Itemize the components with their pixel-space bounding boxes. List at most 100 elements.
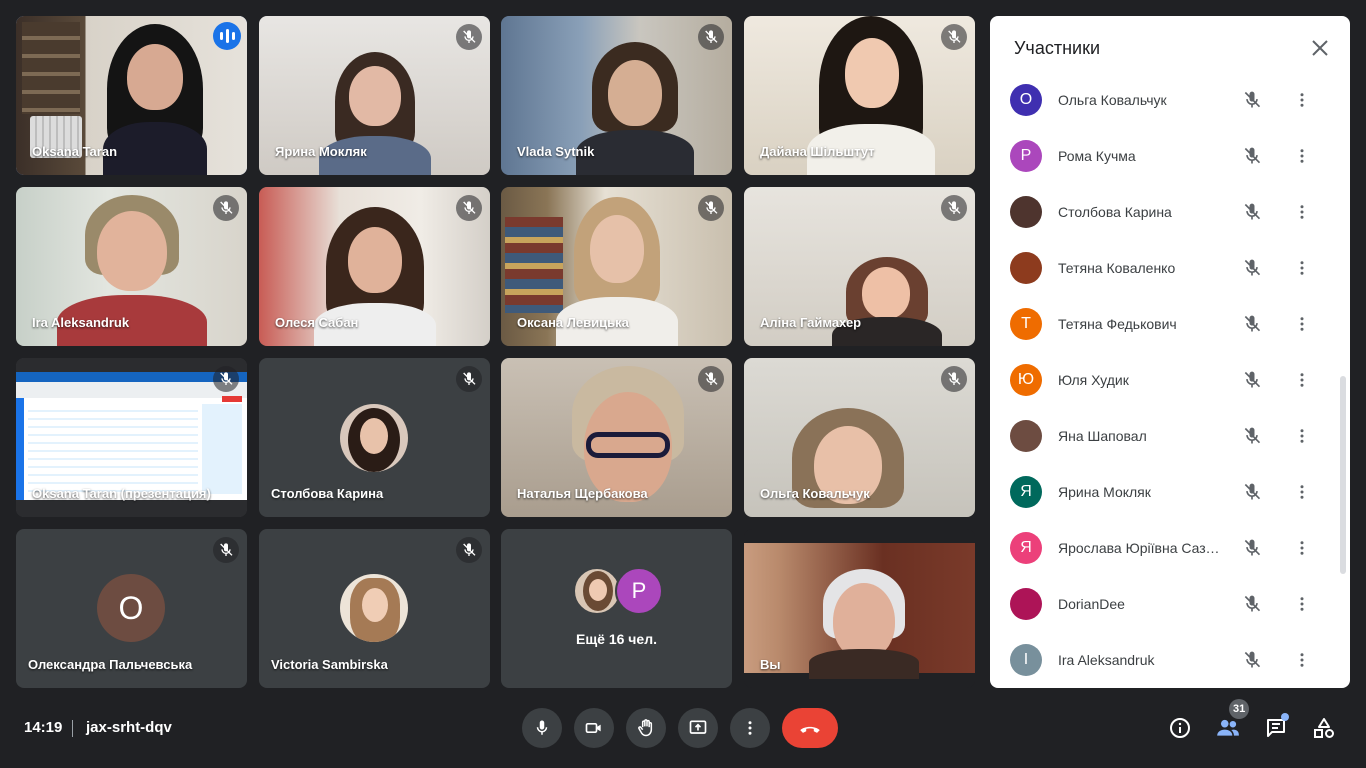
participant-row[interactable]: Я Ярослава Юріївна Сазо... [990, 520, 1350, 576]
info-icon [1170, 718, 1190, 738]
participant-name: Тетяна Коваленко [1058, 260, 1176, 276]
mic-off-icon [698, 195, 724, 221]
avatar: P [615, 567, 663, 615]
close-icon[interactable] [1308, 36, 1332, 60]
avatar [340, 574, 408, 642]
video-tile[interactable]: Ольга Ковальчук [744, 358, 975, 517]
raise-hand-button[interactable] [626, 708, 666, 748]
avatar: Ю [1010, 364, 1042, 396]
more-vert-icon[interactable] [1290, 424, 1314, 448]
tile-name: Oksana Taran (презентация) [32, 486, 211, 501]
participant-row[interactable]: Тетяна Коваленко [990, 240, 1350, 296]
mic-off-icon [213, 195, 239, 221]
avatar [1010, 252, 1042, 284]
presentation-tile[interactable]: Oksana Taran (презентация) [16, 358, 247, 517]
participant-row[interactable]: Яна Шаповал [990, 408, 1350, 464]
participant-row[interactable]: O Ольга Ковальчук [990, 72, 1350, 128]
scrollbar[interactable] [1340, 376, 1346, 574]
avatar [1010, 196, 1042, 228]
mic-off-icon[interactable] [1240, 648, 1264, 672]
video-tile[interactable]: Олеся Сабан [259, 187, 490, 346]
video-tile[interactable]: Victoria Sambirska [259, 529, 490, 688]
mic-off-icon [456, 366, 482, 392]
hand-icon [638, 719, 653, 737]
participant-name: Ярина Мокляк [1058, 484, 1151, 500]
mic-off-icon [456, 24, 482, 50]
more-participants-tile[interactable]: P Ещё 16 чел. [501, 529, 732, 688]
divider [72, 720, 73, 737]
tile-name: Ольга Ковальчук [760, 486, 870, 501]
more-vert-icon[interactable] [1290, 88, 1314, 112]
video-tile[interactable]: Vlada Sytnik [501, 16, 732, 175]
more-vert-icon[interactable] [1290, 368, 1314, 392]
mic-off-icon [698, 366, 724, 392]
mic-off-icon[interactable] [1240, 256, 1264, 280]
video-tile[interactable]: Ярина Мокляк [259, 16, 490, 175]
avatar: I [1010, 644, 1042, 676]
participant-name: Ярослава Юріївна Сазо... [1058, 540, 1224, 556]
mic-off-icon[interactable] [1240, 88, 1264, 112]
participant-row[interactable]: DorianDee [990, 576, 1350, 632]
mic-off-icon[interactable] [1240, 200, 1264, 224]
more-vert-icon[interactable] [1290, 200, 1314, 224]
mic-off-icon[interactable] [1240, 144, 1264, 168]
mic-off-icon [698, 24, 724, 50]
more-vert-icon[interactable] [1290, 144, 1314, 168]
more-vert-icon[interactable] [1290, 648, 1314, 672]
video-tile[interactable]: Ira Aleksandruk [16, 187, 247, 346]
video-tile[interactable]: Наталья Щербакова [501, 358, 732, 517]
tile-name: Олеся Сабан [275, 315, 359, 330]
more-vert-icon[interactable] [1290, 536, 1314, 560]
present-button[interactable] [678, 708, 718, 748]
activities-button[interactable] [1308, 712, 1340, 744]
clock: 14:19 [24, 719, 63, 736]
mic-off-icon [941, 195, 967, 221]
more-vert-icon[interactable] [1290, 256, 1314, 280]
self-view-tile[interactable]: Вы [744, 529, 975, 688]
video-tile[interactable]: O Олександра Пальчевська [16, 529, 247, 688]
video-tile[interactable]: Дайана Шільштут [744, 16, 975, 175]
participant-name: Юля Худик [1058, 372, 1129, 388]
camera-button[interactable] [574, 708, 614, 748]
meeting-code: jax-srht-dqv [86, 719, 172, 736]
meeting-details-button[interactable] [1164, 712, 1196, 744]
tile-name: Столбова Карина [271, 486, 384, 501]
participants-list: O Ольга Ковальчук P Рома Кучма Столбова Кари… [990, 72, 1350, 688]
video-tile[interactable]: Столбова Карина [259, 358, 490, 517]
more-vert-icon[interactable] [1290, 592, 1314, 616]
participant-row[interactable]: I Ira Aleksandruk [990, 632, 1350, 688]
avatar: T [1010, 308, 1042, 340]
tile-name: Дайана Шільштут [760, 144, 875, 159]
mic-off-icon[interactable] [1240, 424, 1264, 448]
mic-off-icon [941, 366, 967, 392]
participant-row[interactable]: Ю Юля Худик [990, 352, 1350, 408]
mic-off-icon [456, 537, 482, 563]
participant-row[interactable]: Столбова Карина [990, 184, 1350, 240]
video-tile[interactable]: Оксана Левицька [501, 187, 732, 346]
participant-row[interactable]: P Рома Кучма [990, 128, 1350, 184]
participants-panel: Участники O Ольга Ковальчук P Рома Кучма Сто… [990, 16, 1350, 688]
tile-name: Ярина Мокляк [275, 144, 367, 159]
leave-call-button[interactable] [782, 708, 838, 748]
participant-row[interactable]: Я Ярина Мокляк [990, 464, 1350, 520]
mic-off-icon[interactable] [1240, 592, 1264, 616]
avatar [1010, 420, 1042, 452]
participant-row[interactable]: T Тетяна Федькович [990, 296, 1350, 352]
more-options-button[interactable] [730, 708, 770, 748]
mic-off-icon [941, 24, 967, 50]
microphone-icon [536, 720, 548, 735]
more-vert-icon[interactable] [1290, 312, 1314, 336]
mic-off-icon[interactable] [1240, 480, 1264, 504]
mic-off-icon[interactable] [1240, 312, 1264, 336]
microphone-button[interactable] [522, 708, 562, 748]
mic-off-icon[interactable] [1240, 368, 1264, 392]
video-tile[interactable]: Oksana Taran [16, 16, 247, 175]
mic-off-icon[interactable] [1240, 536, 1264, 560]
hang-up-icon [800, 726, 820, 733]
tile-name: Аліна Гаймахер [760, 315, 862, 330]
video-grid: Oksana Taran Ярина Мокляк Vlada Sytnik Д… [16, 16, 975, 688]
more-vert-icon[interactable] [1290, 480, 1314, 504]
video-tile[interactable]: Аліна Гаймахер [744, 187, 975, 346]
tile-name: Олександра Пальчевська [28, 657, 193, 672]
avatar [340, 404, 408, 472]
